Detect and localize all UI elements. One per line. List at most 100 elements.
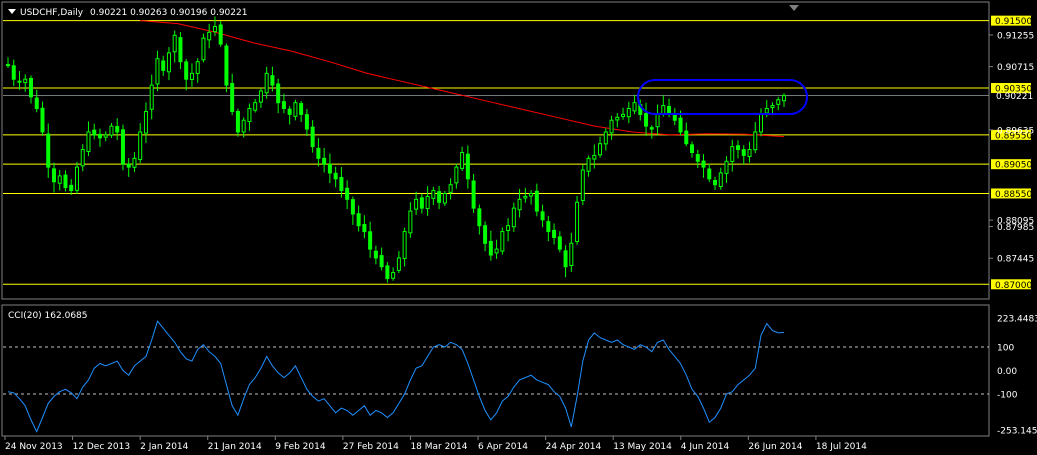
candle-body	[379, 255, 384, 268]
time-label: 21 Jan 2014	[208, 442, 262, 452]
candle-body	[247, 108, 252, 123]
candle-body	[741, 149, 746, 156]
candle-body	[120, 129, 125, 165]
cci-tick-label: 223.4483	[997, 315, 1037, 325]
candle-body	[644, 113, 649, 127]
candle-body	[782, 95, 786, 102]
cci-label: CCI(20) 162.0685	[8, 311, 88, 321]
candle-body	[563, 250, 568, 268]
candle-body	[684, 130, 689, 145]
candle-body	[523, 195, 528, 199]
candle-body	[46, 133, 51, 168]
candle-body	[258, 90, 263, 103]
candle-body	[253, 102, 258, 111]
candle-body	[534, 190, 539, 212]
candle-body	[465, 153, 470, 180]
candle-body	[276, 83, 281, 104]
candle-body	[724, 160, 729, 174]
cci-tick-label: -253.1458	[997, 427, 1037, 437]
candle-body	[678, 117, 683, 133]
candle-body	[609, 119, 614, 134]
candle-body	[28, 77, 33, 98]
candle-body	[212, 26, 217, 33]
candle-body	[172, 34, 177, 53]
time-label: 24 Nov 2013	[5, 442, 63, 452]
candle-body	[51, 168, 56, 183]
candle-body	[730, 146, 735, 162]
candle-body	[373, 250, 378, 259]
candle-body	[690, 144, 695, 153]
time-label: 27 Feb 2014	[343, 442, 399, 452]
candle-body	[126, 163, 131, 168]
candle-body	[460, 151, 465, 169]
candle-body	[327, 163, 332, 174]
candle-body	[368, 231, 373, 250]
candle-body	[408, 210, 413, 234]
level-label: 0.89050	[995, 161, 1032, 171]
candle-body	[431, 190, 436, 199]
candle-body	[115, 126, 120, 133]
candle-body	[74, 166, 79, 191]
candle-body	[552, 229, 557, 238]
candle-body	[264, 72, 269, 94]
candle-body	[195, 61, 200, 75]
candle-body	[166, 52, 171, 73]
candle-body	[477, 208, 482, 227]
candle-body	[626, 108, 631, 118]
candle-body	[442, 192, 447, 204]
candle-body	[747, 149, 752, 158]
candle-body	[621, 113, 626, 118]
candle-body	[138, 131, 143, 161]
chart-canvas[interactable]: USDCHF,Daily 0.90221 0.90263 0.90196 0.9…	[0, 0, 1037, 455]
candle-body	[304, 114, 309, 130]
candle-body	[448, 184, 453, 193]
candle-body	[356, 213, 361, 227]
candle-body	[69, 184, 74, 192]
candle-body	[333, 172, 338, 180]
candle-body	[419, 197, 424, 209]
candle-body	[362, 224, 367, 233]
candle-body	[161, 60, 166, 71]
candle-body	[299, 103, 304, 115]
candle-body	[414, 198, 419, 210]
candle-body	[241, 119, 246, 133]
candle-body	[34, 97, 39, 110]
candle-body	[143, 110, 148, 134]
candle-body	[701, 160, 706, 168]
candle-body	[132, 157, 137, 168]
candle-body	[57, 175, 62, 184]
candle-body	[178, 37, 183, 63]
price-tick-label: 0.91255	[997, 32, 1034, 42]
candle-body	[718, 172, 723, 188]
candle-body	[615, 116, 620, 121]
candle-body	[776, 99, 781, 105]
candle-body	[517, 198, 522, 211]
candle-body	[350, 199, 355, 215]
candle-body	[40, 107, 45, 133]
price-tick-label: 0.89635	[997, 126, 1034, 136]
candle-body	[707, 168, 712, 180]
candle-body	[580, 169, 585, 201]
ohlc-values: 0.90221 0.90263 0.90196 0.90221	[90, 8, 247, 18]
level-label: 0.91500	[995, 17, 1032, 27]
candle-body	[310, 126, 315, 148]
candle-body	[540, 211, 545, 221]
candle-body	[293, 102, 298, 117]
time-label: 4 Jun 2014	[681, 442, 730, 452]
candle-body	[270, 75, 275, 86]
candle-body	[224, 45, 229, 86]
price-tick-label: 0.87985	[997, 223, 1034, 233]
candle-body	[494, 248, 499, 254]
cci-tick-label: 0.00	[997, 367, 1017, 377]
candle-body	[511, 207, 516, 228]
candle-body	[454, 166, 459, 184]
candle-body	[632, 102, 637, 112]
candle-body	[425, 195, 430, 210]
candle-body	[80, 149, 85, 167]
candle-body	[189, 72, 194, 80]
candle-body	[546, 221, 551, 233]
candle-body	[63, 174, 68, 189]
candle-body	[17, 80, 22, 83]
candle-body	[155, 58, 160, 85]
candle-body	[235, 110, 240, 133]
